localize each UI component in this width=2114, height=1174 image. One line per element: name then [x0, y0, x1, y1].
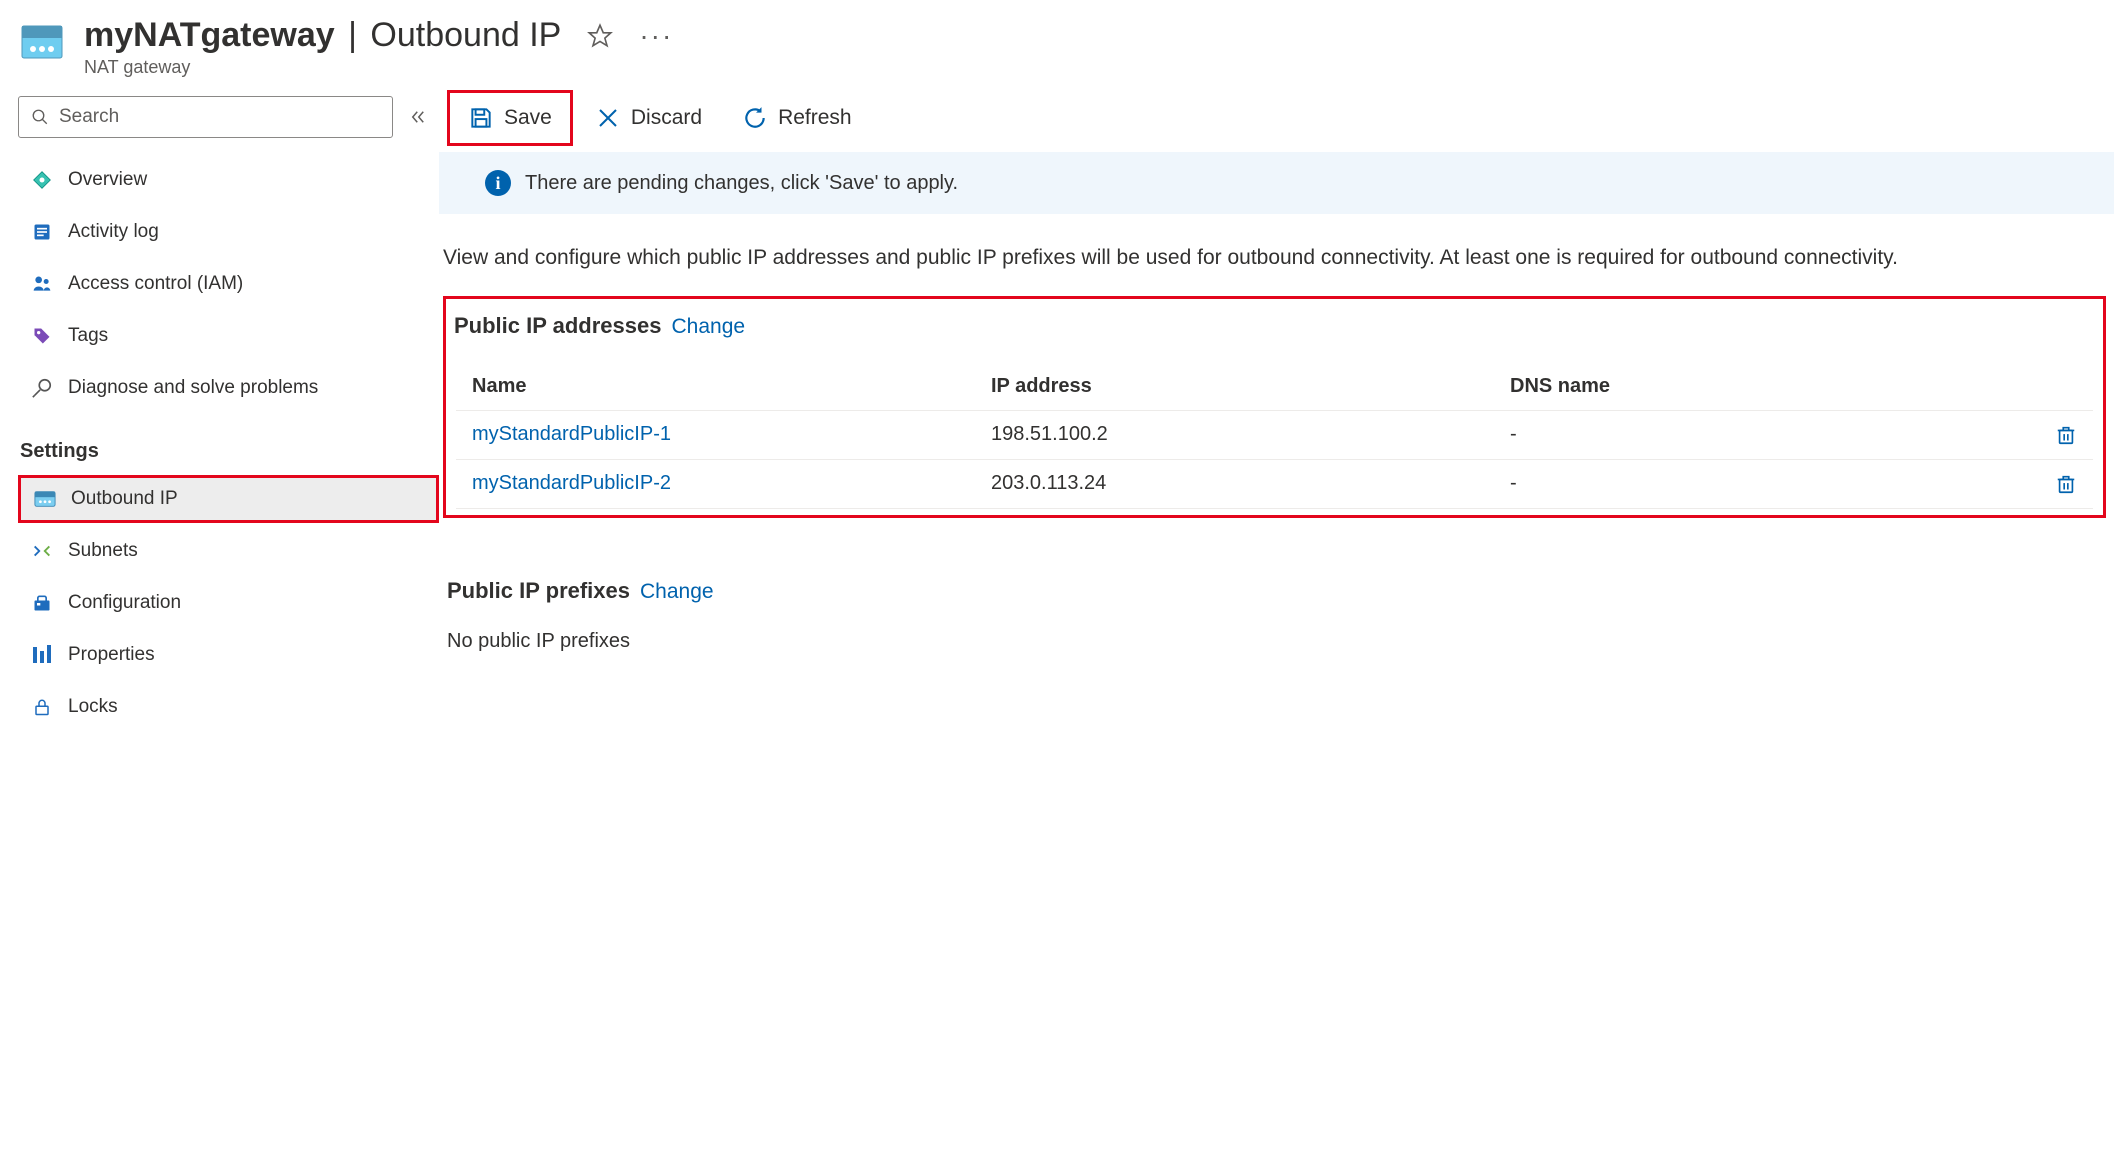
configuration-icon [30, 591, 54, 615]
sidebar-search-input[interactable]: Search [18, 96, 393, 138]
locks-icon [30, 695, 54, 719]
ip-address: 198.51.100.2 [991, 423, 1510, 446]
properties-icon [30, 643, 54, 667]
public-ip-section: Public IP addresses Change Name IP addre… [443, 296, 2106, 518]
diagnose-icon [30, 376, 54, 400]
table-header: Name IP address DNS name [456, 363, 2093, 411]
subnets-icon [30, 539, 54, 563]
search-placeholder: Search [59, 106, 119, 128]
sidebar-item-subnets[interactable]: Subnets [18, 527, 439, 575]
trash-icon [2055, 423, 2077, 447]
sidebar-item-iam[interactable]: Access control (IAM) [18, 260, 439, 308]
sidebar-item-diagnose[interactable]: Diagnose and solve problems [18, 364, 439, 412]
table-row: myStandardPublicIP-1 198.51.100.2 - [456, 411, 2093, 460]
save-icon [468, 105, 494, 131]
sidebar-item-overview[interactable]: Overview [18, 156, 439, 204]
sidebar: Search Overview Activity log [0, 88, 439, 751]
collapse-sidebar-icon[interactable] [409, 108, 427, 126]
nav-label: Overview [68, 169, 147, 191]
nav-label: Tags [68, 325, 108, 347]
page-title: myNATgateway | Outbound IP ··· [84, 16, 673, 55]
col-ip: IP address [991, 375, 1510, 398]
refresh-label: Refresh [778, 106, 852, 130]
discard-label: Discard [631, 106, 702, 130]
save-button[interactable]: Save [447, 90, 573, 146]
nav-label: Outbound IP [71, 488, 178, 510]
trash-icon [2055, 472, 2077, 496]
col-dns: DNS name [1510, 375, 2029, 398]
refresh-button[interactable]: Refresh [724, 90, 870, 146]
discard-button[interactable]: Discard [577, 90, 720, 146]
more-actions-icon[interactable]: ··· [639, 22, 673, 50]
info-icon: i [485, 170, 511, 196]
nav-label: Subnets [68, 540, 138, 562]
sidebar-section-settings: Settings [18, 416, 439, 471]
nav-label: Configuration [68, 592, 181, 614]
prefixes-change-link[interactable]: Change [640, 580, 714, 604]
nat-gateway-icon [20, 20, 64, 64]
page-description: View and configure which public IP addre… [439, 214, 2114, 296]
outbound-ip-icon [33, 487, 57, 511]
public-ip-prefixes-section: Public IP prefixes Change No public IP p… [439, 542, 2114, 653]
public-ip-table: Name IP address DNS name myStandardPubli… [446, 343, 2103, 509]
pending-changes-info: i There are pending changes, click 'Save… [439, 152, 2114, 214]
search-icon [31, 108, 49, 126]
col-name: Name [472, 375, 991, 398]
favorite-star-icon[interactable] [587, 23, 613, 49]
sidebar-item-activity-log[interactable]: Activity log [18, 208, 439, 256]
nav-label: Locks [68, 696, 118, 718]
ip-dns: - [1510, 423, 2029, 446]
command-bar: Save Discard Refresh [439, 88, 2114, 148]
nav-label: Properties [68, 644, 155, 666]
ip-address: 203.0.113.24 [991, 472, 1510, 495]
activity-log-icon [30, 220, 54, 244]
tags-icon [30, 324, 54, 348]
page-header: myNATgateway | Outbound IP ··· NAT gatew… [0, 0, 2114, 88]
resource-name: myNATgateway [84, 16, 335, 54]
ip-dns: - [1510, 472, 2029, 495]
sidebar-item-outbound-ip[interactable]: Outbound IP [18, 475, 439, 523]
table-row: myStandardPublicIP-2 203.0.113.24 - [456, 460, 2093, 509]
sidebar-item-configuration[interactable]: Configuration [18, 579, 439, 627]
overview-icon [30, 168, 54, 192]
delete-ip-button[interactable] [2029, 472, 2077, 496]
blade-title: Outbound IP [370, 16, 561, 54]
iam-icon [30, 272, 54, 296]
ip-name-link[interactable]: myStandardPublicIP-1 [472, 423, 991, 446]
info-message: There are pending changes, click 'Save' … [525, 172, 958, 195]
refresh-icon [742, 105, 768, 131]
public-ip-title: Public IP addresses [454, 313, 661, 339]
prefixes-title: Public IP prefixes [447, 578, 630, 604]
nav-label: Activity log [68, 221, 159, 243]
delete-ip-button[interactable] [2029, 423, 2077, 447]
save-label: Save [504, 106, 552, 130]
discard-icon [595, 105, 621, 131]
nav-label: Access control (IAM) [68, 273, 243, 295]
nav-label: Diagnose and solve problems [68, 377, 318, 399]
sidebar-item-properties[interactable]: Properties [18, 631, 439, 679]
ip-name-link[interactable]: myStandardPublicIP-2 [472, 472, 991, 495]
public-ip-change-link[interactable]: Change [671, 315, 745, 339]
prefixes-empty-text: No public IP prefixes [447, 630, 2110, 653]
sidebar-item-tags[interactable]: Tags [18, 312, 439, 360]
main-content: Save Discard Refresh i There are p [439, 88, 2114, 751]
sidebar-item-locks[interactable]: Locks [18, 683, 439, 731]
resource-type-label: NAT gateway [84, 57, 673, 78]
